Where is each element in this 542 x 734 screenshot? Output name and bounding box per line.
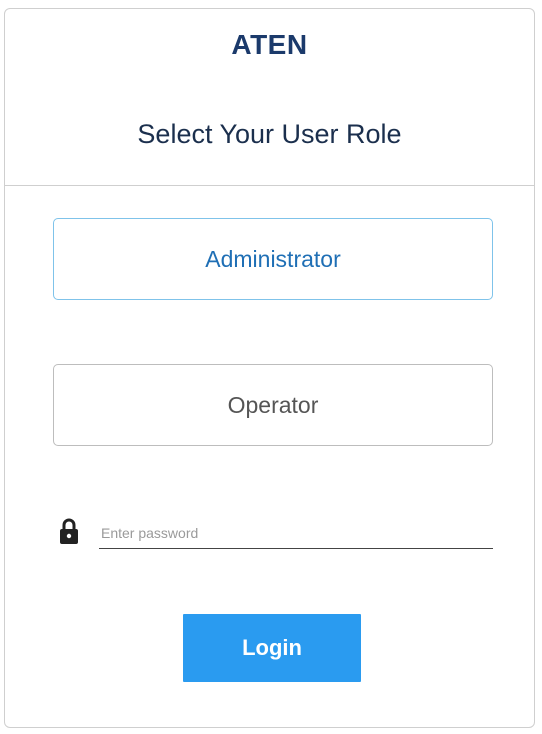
- login-button-label: Login: [242, 635, 302, 660]
- role-selection-card: ATEN Select Your User Role Administrator…: [4, 8, 535, 728]
- card-header: ATEN Select Your User Role: [5, 9, 534, 186]
- lock-icon: [60, 518, 78, 544]
- page-title: Select Your User Role: [137, 119, 402, 149]
- login-button[interactable]: Login: [183, 614, 361, 682]
- aten-logo: ATEN: [5, 29, 534, 61]
- administrator-role-label: Administrator: [205, 245, 341, 272]
- administrator-role-button[interactable]: Administrator: [53, 218, 493, 300]
- password-input[interactable]: [99, 517, 493, 549]
- logo-text: ATEN: [231, 29, 308, 60]
- operator-role-button[interactable]: Operator: [53, 364, 493, 446]
- operator-role-label: Operator: [227, 391, 319, 418]
- login-page: ATEN Select Your User Role Administrator…: [0, 0, 542, 734]
